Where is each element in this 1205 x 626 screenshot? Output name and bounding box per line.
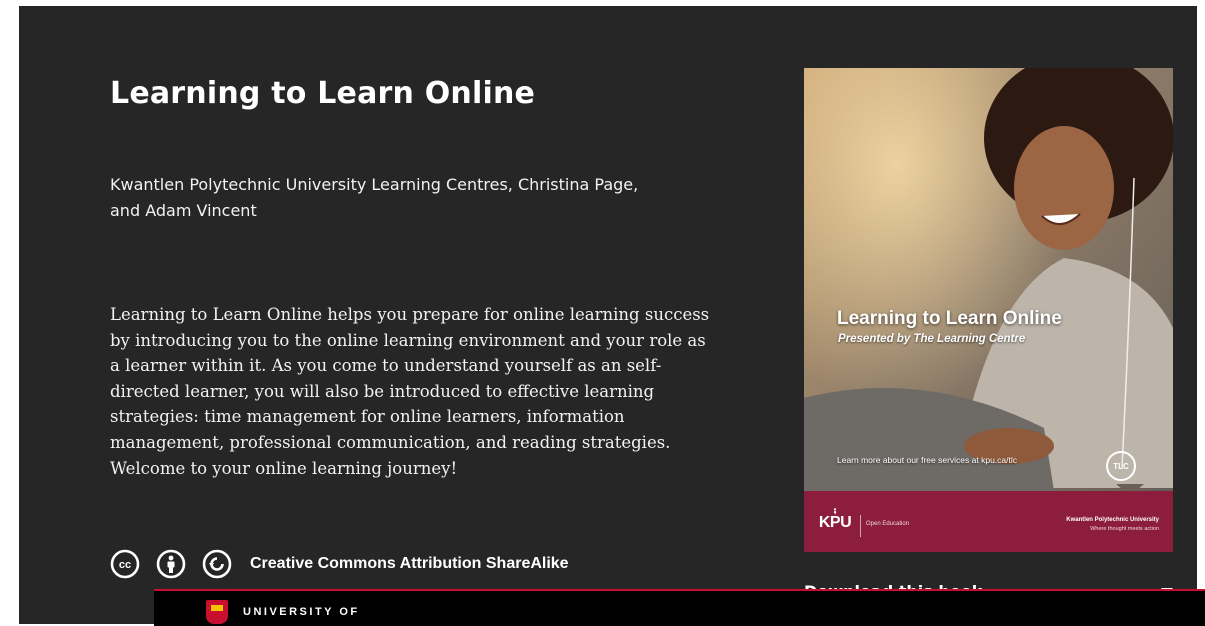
license-row[interactable]: cc Creative Commons Attribution ShareAli…: [110, 549, 569, 579]
book-cover[interactable]: Learning to Learn Online Presented by Th…: [804, 68, 1173, 552]
cc-icon: cc: [110, 549, 140, 579]
tlc-badge: TLC: [1106, 451, 1136, 481]
cover-footer-note: Learn more about our free services at kp…: [837, 455, 1018, 465]
sa-icon: [202, 549, 232, 579]
kpu-tagline: Where thought meets action: [1090, 526, 1159, 532]
kpu-logo-text: KPU: [818, 514, 852, 531]
book-hero: Learning to Learn Online Kwantlen Polyte…: [19, 6, 1197, 624]
kpu-divider: [860, 515, 861, 537]
by-icon: [156, 549, 186, 579]
kpu-open-education: Open Education: [866, 521, 910, 527]
license-label: Creative Commons Attribution ShareAlike: [250, 555, 569, 572]
university-footer-bar: UNIVERSITY OF: [154, 589, 1205, 626]
kpu-mark-icon: ⨾: [833, 500, 837, 516]
svg-text:cc: cc: [119, 559, 131, 571]
cover-subtitle: Presented by The Learning Centre: [838, 333, 1026, 345]
kpu-institution-name: Kwantlen Polytechnic University: [1066, 517, 1159, 523]
cover-title: Learning to Learn Online: [837, 308, 1062, 329]
book-authors: Kwantlen Polytechnic University Learning…: [110, 175, 639, 220]
university-label: UNIVERSITY OF: [243, 606, 360, 618]
book-description: Learning to Learn Online helps you prepa…: [110, 305, 710, 478]
kpu-logo: ⨾ KPU: [818, 501, 852, 531]
university-crest-icon: [206, 600, 228, 624]
book-title: Learning to Learn Online: [110, 76, 536, 111]
